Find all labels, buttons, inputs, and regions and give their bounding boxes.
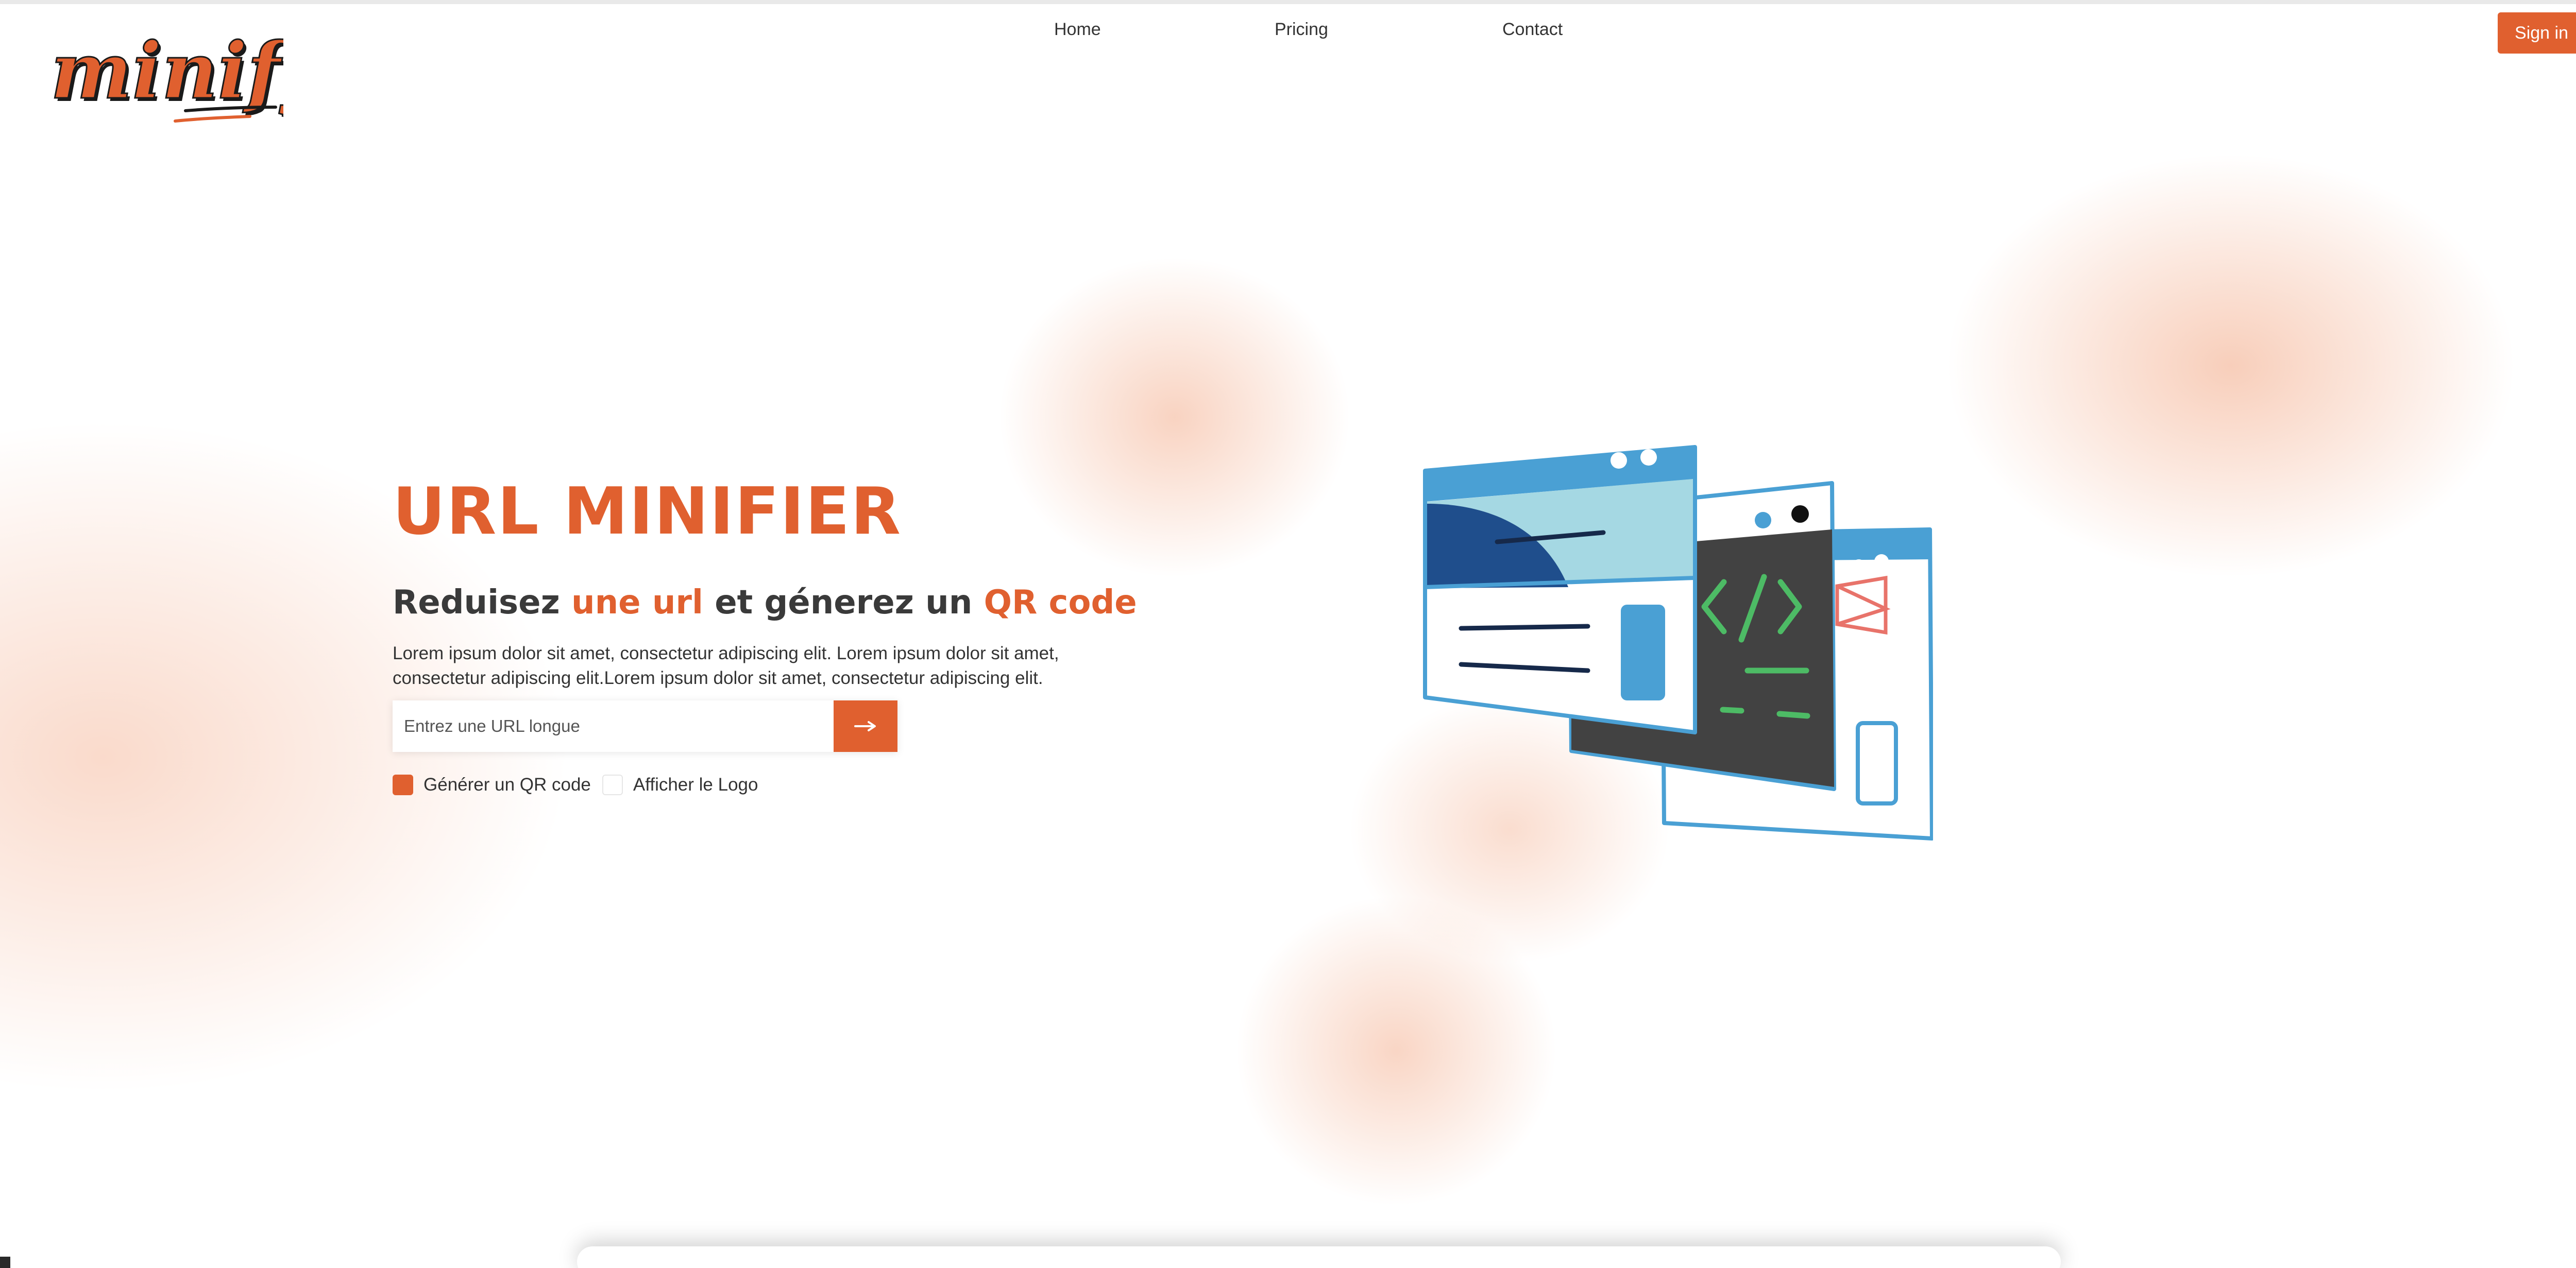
nav-home-link[interactable]: Home bbox=[1054, 20, 1101, 40]
browser-window-front bbox=[1423, 445, 1697, 734]
background-blob bbox=[1236, 896, 1556, 1205]
url-form bbox=[393, 700, 897, 752]
landing-page: minify minify Home Pricing Contact Sign … bbox=[0, 0, 2576, 1268]
arrow-right-icon bbox=[854, 721, 876, 731]
subtitle-accent-qr: QR code bbox=[984, 584, 1137, 622]
subtitle-accent-url: une url bbox=[571, 584, 703, 622]
background-blob bbox=[1947, 155, 2514, 577]
qr-code-label[interactable]: Générer un QR code bbox=[423, 775, 591, 795]
url-input[interactable] bbox=[393, 700, 834, 752]
browser-top-edge bbox=[0, 0, 2576, 4]
browser-windows-illustration bbox=[1423, 445, 1933, 841]
nav-contact-link[interactable]: Contact bbox=[1502, 20, 1563, 40]
options-row: Générer un QR code Afficher le Logo bbox=[393, 773, 769, 797]
show-logo-label[interactable]: Afficher le Logo bbox=[633, 775, 758, 795]
hero-description: Lorem ipsum dolor sit amet, consectetur … bbox=[393, 643, 1059, 688]
qr-code-checkbox[interactable] bbox=[393, 775, 413, 795]
submit-button[interactable] bbox=[834, 700, 897, 752]
signin-button[interactable]: Sign in bbox=[2498, 12, 2576, 54]
window-corner bbox=[0, 1257, 10, 1268]
hero-subtitle: Reduisez une url et génerez un QR code bbox=[393, 586, 1137, 619]
subtitle-part: et génerez un bbox=[703, 584, 984, 622]
background-blob bbox=[999, 258, 1350, 577]
page-title: URL MINIFIER bbox=[393, 473, 902, 549]
nav-pricing-link[interactable]: Pricing bbox=[1275, 20, 1328, 40]
content-card-edge bbox=[577, 1246, 2061, 1268]
subtitle-part: Reduisez bbox=[393, 584, 572, 622]
main-nav: Home Pricing Contact bbox=[0, 20, 2576, 45]
show-logo-checkbox[interactable] bbox=[602, 775, 623, 795]
